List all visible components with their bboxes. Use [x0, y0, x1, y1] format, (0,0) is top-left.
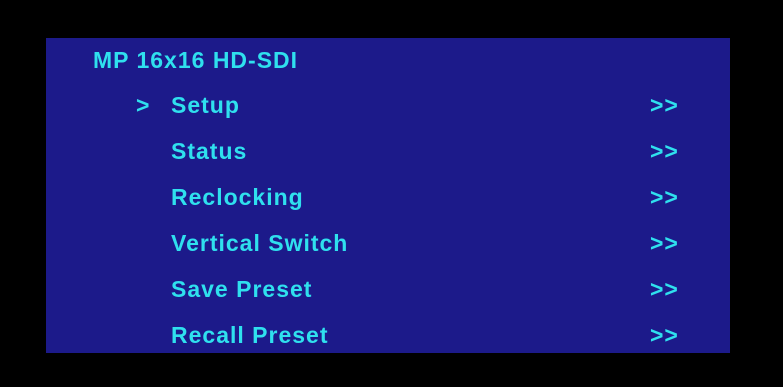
submenu-arrow-icon: >>: [650, 322, 679, 348]
submenu-arrow-icon: >>: [650, 138, 679, 164]
device-title: MP 16x16 HD-SDI: [93, 47, 299, 73]
submenu-arrow-icon: >>: [650, 92, 679, 118]
menu-item-label: Status: [171, 138, 248, 164]
menu-item-label: Recall Preset: [171, 322, 329, 348]
menu-item-save-preset[interactable]: Save Preset >>: [46, 273, 730, 319]
menu-item-reclocking[interactable]: Reclocking >>: [46, 181, 730, 227]
menu-item-label: Save Preset: [171, 276, 313, 302]
menu-item-label: Vertical Switch: [171, 230, 349, 256]
menu-item-setup[interactable]: > Setup >>: [46, 89, 730, 135]
submenu-arrow-icon: >>: [650, 276, 679, 302]
submenu-arrow-icon: >>: [650, 230, 679, 256]
menu-item-recall-preset[interactable]: Recall Preset >>: [46, 319, 730, 365]
menu-item-label: Setup: [171, 92, 240, 118]
menu-item-vertical-switch[interactable]: Vertical Switch >>: [46, 227, 730, 273]
selection-cursor-icon: >: [136, 92, 150, 118]
main-menu: > Setup >> Status >> Reclocking >> Verti…: [46, 89, 730, 365]
menu-item-status[interactable]: Status >>: [46, 135, 730, 181]
menu-panel: MP 16x16 HD-SDI > Setup >> Status >> Rec…: [46, 38, 730, 353]
submenu-arrow-icon: >>: [650, 184, 679, 210]
menu-item-label: Reclocking: [171, 184, 304, 210]
